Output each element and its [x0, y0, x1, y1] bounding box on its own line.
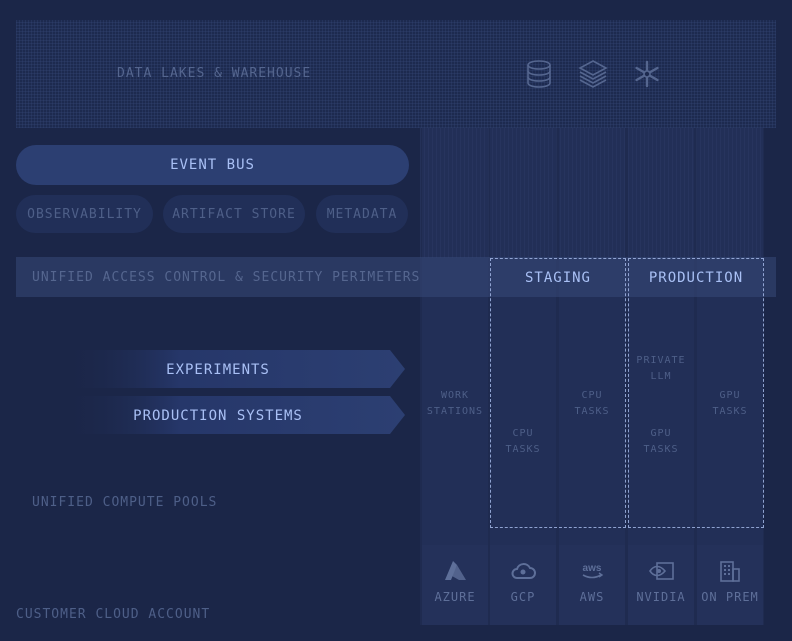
provider-label-aws: AWS	[579, 590, 605, 604]
production-label: PRODUCTION	[648, 270, 744, 286]
provider-azure	[422, 545, 488, 625]
gpu-tasks-prem-tag: GPU TASKS	[712, 390, 748, 417]
provider-label-azure: AZURE	[434, 590, 476, 604]
provider-aws	[559, 545, 625, 625]
database-icon	[527, 60, 551, 88]
gcp-icon	[511, 563, 536, 579]
private-llm-tag: PRIVATE LLM	[636, 355, 686, 382]
production-systems-label: PRODUCTION SYSTEMS	[133, 408, 303, 424]
experiments-label: EXPERIMENTS	[166, 362, 270, 378]
provider-gcp	[490, 545, 556, 625]
staging-label: STAGING	[524, 270, 591, 286]
svg-text:aws: aws	[583, 563, 602, 574]
workstations-tag: WORK STATIONS	[426, 390, 484, 417]
provider-on-prem	[697, 545, 763, 625]
event-bus: EVENT BUS	[16, 145, 409, 185]
provider-label-nvidia: NVIDIA	[636, 590, 686, 604]
cpu-tasks-staging-tag: CPU TASKS	[505, 428, 541, 455]
access-control-label: UNIFIED ACCESS CONTROL & SECURITY PERIME…	[32, 270, 421, 285]
provider-label-gcp: GCP	[510, 590, 536, 604]
snowflake-icon	[635, 60, 659, 88]
column-streaks	[420, 128, 764, 258]
service-observability: OBSERVABILITY	[16, 195, 153, 233]
service-artifact-store: ARTIFACT STORE	[163, 195, 305, 233]
layers-icon	[578, 60, 608, 88]
customer-account-label: CUSTOMER CLOUD ACCOUNT	[16, 607, 211, 622]
compute-pools-label: UNIFIED COMPUTE POOLS	[32, 495, 218, 510]
provider-nvidia	[628, 545, 694, 625]
gpu-tasks-nvidia-tag: GPU TASKS	[643, 428, 679, 455]
cpu-tasks-aws-tag: CPU TASKS	[574, 390, 610, 417]
nvidia-icon	[649, 562, 674, 580]
provider-label-on-prem: ON PREM	[701, 590, 759, 604]
data-lakes-label: DATA LAKES & WAREHOUSE	[117, 66, 312, 81]
building-icon	[720, 561, 740, 582]
azure-icon	[445, 561, 466, 580]
aws-icon: aws	[583, 563, 604, 579]
service-metadata: METADATA	[316, 195, 408, 233]
